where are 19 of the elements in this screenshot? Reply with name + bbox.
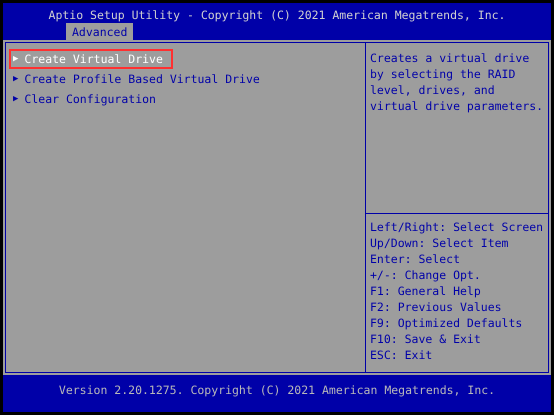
- key-hint: Enter: Select: [370, 251, 462, 267]
- menu-item[interactable]: ▶ Create Profile Based Virtual Drive: [9, 69, 270, 89]
- arrow-icon: ▶: [13, 91, 18, 107]
- key-hint: +/-: Change Opt.: [370, 267, 482, 283]
- key-hint: F2: Previous Values: [370, 299, 503, 315]
- version-text: Version 2.20.1275. Copyright (C) 2021 American Megatrends, Inc.: [58, 382, 496, 399]
- key-hint: F10: Save & Exit: [370, 331, 482, 347]
- arrow-icon: ▶: [13, 51, 18, 67]
- arrow-icon: ▶: [13, 71, 18, 87]
- key-hint: F1: General Help: [370, 283, 482, 299]
- menu-item[interactable]: ▶ Create Virtual Drive: [9, 49, 173, 69]
- key-hint: Up/Down: Select Item: [370, 235, 510, 251]
- tab[interactable]: Advanced: [66, 23, 134, 40]
- key-hint: Left/Right: Select Screen: [370, 219, 544, 235]
- key-hint: F9: Optimized Defaults: [370, 315, 524, 331]
- window-title: Aptio Setup Utility - Copyright (C) 2021 American Megatrends, Inc.: [48, 7, 506, 23]
- help-text: Creates a virtual drive by selecting the RAID level, drives, and virtual drive parameters.: [370, 50, 544, 114]
- menu-item[interactable]: ▶ Clear Configuration: [9, 89, 166, 109]
- key-hint: ESC: Exit: [370, 347, 434, 363]
